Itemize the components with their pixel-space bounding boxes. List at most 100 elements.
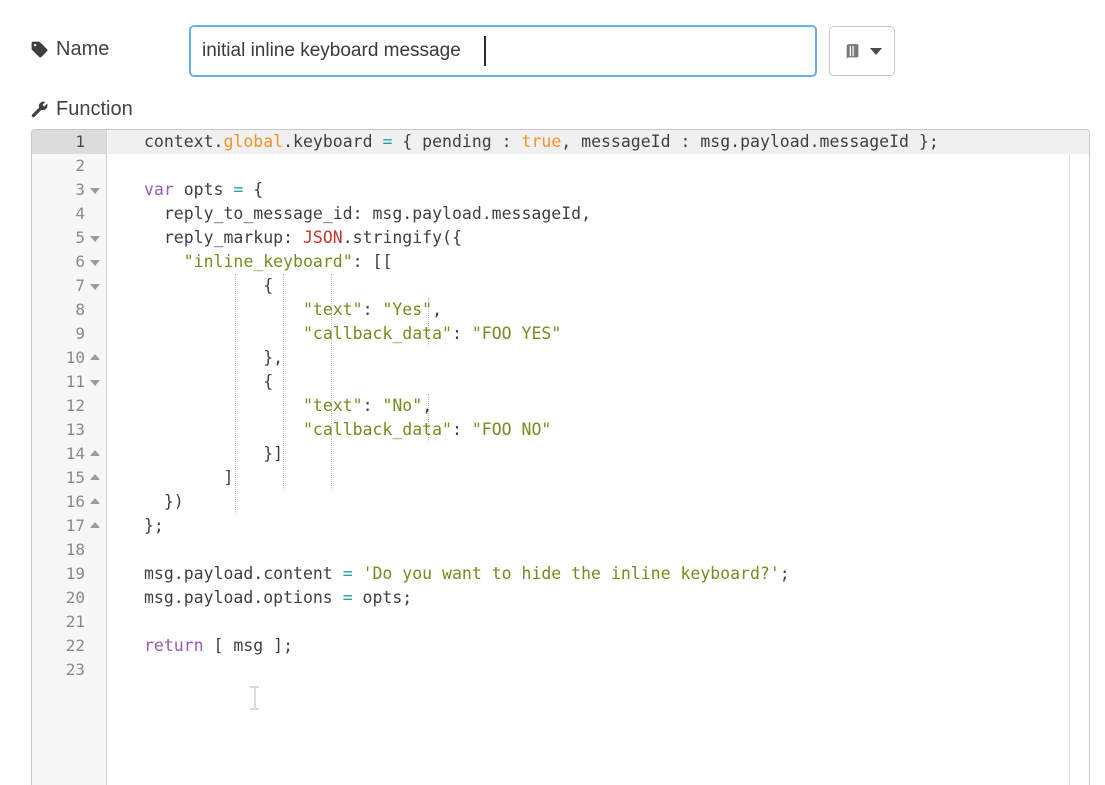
tag-icon	[30, 40, 49, 59]
gutter-line-number[interactable]: 21	[32, 610, 106, 634]
fold-open-icon[interactable]	[89, 250, 101, 274]
code-token: msg.payload.content	[144, 564, 343, 583]
code-token: opts;	[353, 588, 413, 607]
code-token: "text"	[303, 300, 363, 319]
code-token: =	[382, 132, 392, 151]
gutter-line-number[interactable]: 13	[32, 418, 106, 442]
code-token: return	[144, 636, 204, 655]
fold-open-icon[interactable]	[89, 370, 101, 394]
code-token: 'Do you want to hide the inline keyboard…	[363, 564, 780, 583]
code-token	[144, 252, 184, 271]
code-line[interactable]: "callback_data": "FOO YES"	[108, 322, 1089, 346]
fold-close-icon[interactable]	[89, 514, 101, 538]
code-line[interactable]	[108, 538, 1089, 562]
code-token	[353, 564, 363, 583]
name-field-label: Name	[30, 38, 109, 61]
code-token: JSON	[303, 228, 343, 247]
code-line[interactable]: "text": "Yes",	[108, 298, 1089, 322]
gutter-line-number[interactable]: 7	[32, 274, 106, 298]
code-token: }]	[144, 444, 283, 463]
code-token: { pending :	[392, 132, 521, 151]
code-token: true	[522, 132, 562, 151]
gutter-line-number[interactable]: 3	[32, 178, 106, 202]
fold-open-icon[interactable]	[89, 178, 101, 202]
code-token: {	[243, 180, 263, 199]
code-token: ,	[422, 396, 432, 415]
fold-open-icon[interactable]	[89, 226, 101, 250]
gutter-line-number[interactable]: 16	[32, 490, 106, 514]
gutter-line-number[interactable]: 23	[32, 658, 106, 682]
function-library-button[interactable]	[829, 26, 895, 76]
code-line[interactable]: "inline_keyboard": [[	[108, 250, 1089, 274]
code-line[interactable]: },	[108, 346, 1089, 370]
code-line[interactable]: {	[108, 370, 1089, 394]
code-token: :	[452, 420, 472, 439]
code-line[interactable]: msg.payload.content = 'Do you want to hi…	[108, 562, 1089, 586]
editor-gutter[interactable]: 1234567891011121314151617181920212223	[32, 130, 107, 785]
name-label-text: Name	[56, 38, 109, 61]
code-line[interactable]: context.global.keyboard = { pending : tr…	[108, 130, 1089, 154]
fold-close-icon[interactable]	[89, 466, 101, 490]
code-line[interactable]: })	[108, 490, 1089, 514]
code-token	[144, 324, 303, 343]
code-line[interactable]: msg.payload.options = opts;	[108, 586, 1089, 610]
code-token: var	[144, 180, 174, 199]
gutter-line-number[interactable]: 11	[32, 370, 106, 394]
code-line[interactable]: }]	[108, 442, 1089, 466]
name-form-row: Name Function	[0, 0, 1105, 96]
code-line[interactable]: "callback_data": "FOO NO"	[108, 418, 1089, 442]
gutter-line-number[interactable]: 14	[32, 442, 106, 466]
gutter-line-number[interactable]: 17	[32, 514, 106, 538]
code-token	[144, 396, 303, 415]
gutter-line-number[interactable]: 6	[32, 250, 106, 274]
gutter-line-number[interactable]: 20	[32, 586, 106, 610]
code-line[interactable]	[108, 658, 1089, 682]
gutter-line-number[interactable]: 1	[32, 130, 106, 154]
code-line[interactable]: {	[108, 274, 1089, 298]
code-token: .keyboard	[283, 132, 382, 151]
code-token: ,	[432, 300, 442, 319]
gutter-line-number[interactable]: 9	[32, 322, 106, 346]
gutter-line-number[interactable]: 18	[32, 538, 106, 562]
gutter-line-number[interactable]: 4	[32, 202, 106, 226]
code-line[interactable]: reply_to_message_id: msg.payload.message…	[108, 202, 1089, 226]
gutter-line-number[interactable]: 10	[32, 346, 106, 370]
code-token: =	[233, 180, 243, 199]
gutter-line-number[interactable]: 15	[32, 466, 106, 490]
code-token: =	[343, 588, 353, 607]
code-line[interactable]: "text": "No",	[108, 394, 1089, 418]
gutter-line-number[interactable]: 22	[32, 634, 106, 658]
code-token	[144, 300, 303, 319]
code-token: {	[144, 276, 273, 295]
gutter-line-number[interactable]: 19	[32, 562, 106, 586]
gutter-line-number[interactable]: 8	[32, 298, 106, 322]
code-lines[interactable]: context.global.keyboard = { pending : tr…	[108, 130, 1089, 682]
code-token: [ msg ];	[204, 636, 293, 655]
book-icon	[843, 41, 864, 62]
code-token: "No"	[382, 396, 422, 415]
code-token: : [[	[353, 252, 393, 271]
gutter-line-number[interactable]: 12	[32, 394, 106, 418]
code-line[interactable]	[108, 610, 1089, 634]
code-line[interactable]: };	[108, 514, 1089, 538]
code-token: global	[223, 132, 283, 151]
gutter-line-number[interactable]: 5	[32, 226, 106, 250]
fold-close-icon[interactable]	[89, 490, 101, 514]
code-line[interactable]: ]	[108, 466, 1089, 490]
code-token: reply_to_message_id: msg.payload.message…	[144, 204, 591, 223]
name-input[interactable]	[189, 25, 817, 77]
code-token: {	[144, 372, 273, 391]
function-code-editor[interactable]: 1234567891011121314151617181920212223 co…	[31, 129, 1090, 785]
code-line[interactable]: return [ msg ];	[108, 634, 1089, 658]
fold-close-icon[interactable]	[89, 442, 101, 466]
code-token: :	[363, 396, 383, 415]
function-node-editor-panel: Name Function 12345678910111213141516171…	[0, 0, 1105, 785]
gutter-line-number[interactable]: 2	[32, 154, 106, 178]
code-line[interactable]	[108, 154, 1089, 178]
fold-open-icon[interactable]	[89, 274, 101, 298]
code-line[interactable]: reply_markup: JSON.stringify({	[108, 226, 1089, 250]
code-token: "Yes"	[382, 300, 432, 319]
code-token: ]	[144, 468, 233, 487]
fold-close-icon[interactable]	[89, 346, 101, 370]
code-line[interactable]: var opts = {	[108, 178, 1089, 202]
